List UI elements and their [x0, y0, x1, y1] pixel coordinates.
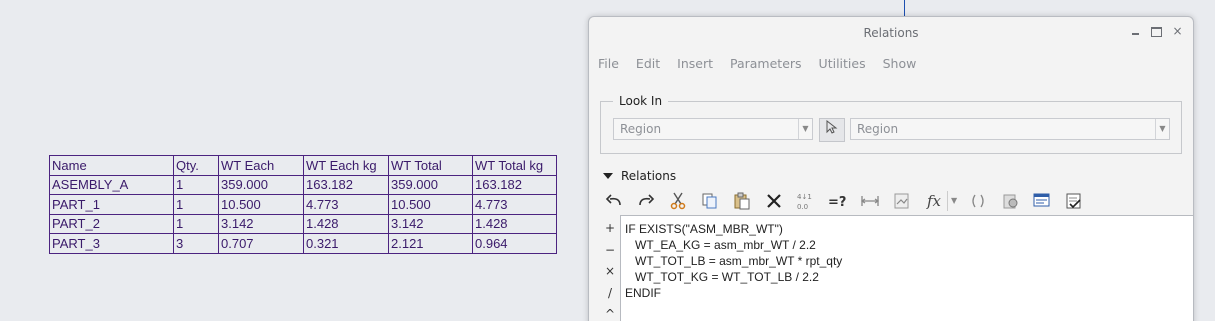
relations-section-toggle[interactable]: Relations	[603, 169, 676, 183]
col-header-wt-total: WT Total	[388, 155, 473, 176]
look-in-type-value: Region	[620, 122, 662, 136]
close-icon[interactable]: ×	[1171, 25, 1184, 38]
plus-operator-button[interactable]: +	[605, 218, 615, 240]
cut-icon[interactable]	[667, 190, 689, 212]
table-row: ASEMBLY_A 1 359.000 163.182 359.000 163.…	[49, 174, 557, 195]
col-header-wt-total-kg: WT Total kg	[472, 155, 557, 176]
menu-parameters[interactable]: Parameters	[730, 56, 802, 71]
table-row: PART_2 1 3.142 1.428 3.142 1.428	[49, 213, 557, 234]
power-operator-button[interactable]: ^	[605, 304, 615, 321]
pointer-icon	[826, 119, 838, 134]
drawing-line	[904, 0, 905, 16]
look-in-type-select[interactable]: Region ▼	[613, 118, 813, 140]
minimize-icon[interactable]	[1129, 25, 1142, 38]
code-line: WT_EA_KG = asm_mbr_WT / 2.2	[625, 238, 816, 252]
code-line: ENDIF	[625, 286, 661, 300]
dialog-titlebar[interactable]: Relations ×	[589, 17, 1193, 48]
select-item-button[interactable]	[819, 118, 845, 142]
maximize-icon[interactable]	[1150, 25, 1163, 38]
svg-text:=?: =?	[828, 195, 846, 209]
table-cell: 3.142	[218, 213, 304, 234]
col-header-name: Name	[49, 155, 174, 176]
delete-icon[interactable]	[763, 190, 785, 212]
code-line: WT_TOT_KG = WT_TOT_LB / 2.2	[625, 270, 819, 284]
col-header-wt-each-kg: WT Each kg	[303, 155, 389, 176]
table-cell: 10.500	[388, 194, 473, 215]
parameters-icon[interactable]	[999, 190, 1021, 212]
menu-insert[interactable]: Insert	[677, 56, 713, 71]
divide-operator-button[interactable]: /	[608, 283, 612, 305]
paste-icon[interactable]	[731, 190, 753, 212]
code-line: IF EXISTS("ASM_MBR_WT")	[625, 222, 783, 236]
local-parameters-icon[interactable]	[1031, 190, 1053, 212]
look-in-item-select[interactable]: Region ▼	[850, 118, 1170, 140]
look-in-item-value: Region	[857, 122, 899, 136]
table-cell: 10.500	[218, 194, 304, 215]
code-line: WT_TOT_LB = asm_mbr_WT * rpt_qty	[625, 254, 843, 268]
copy-icon[interactable]	[699, 190, 721, 212]
sort-icon[interactable]: 4↓1 0.0	[795, 190, 817, 212]
table-cell: 163.182	[472, 174, 557, 195]
chevron-down-icon[interactable]: ▼	[798, 119, 812, 139]
table-cell: PART_3	[49, 233, 174, 254]
function-icon[interactable]: fx	[923, 190, 945, 212]
table-cell: 1	[173, 213, 219, 234]
menu-bar: File Edit Insert Parameters Utilities Sh…	[589, 48, 1193, 78]
table-cell: 163.182	[303, 174, 389, 195]
look-in-group: Look In Region ▼ Region ▼	[600, 94, 1182, 154]
table-cell: 1.428	[472, 213, 557, 234]
menu-show[interactable]: Show	[883, 56, 917, 71]
show-units-icon[interactable]	[859, 190, 881, 212]
undo-icon[interactable]	[603, 190, 625, 212]
dialog-title: Relations	[863, 26, 919, 40]
menu-file[interactable]: File	[598, 56, 619, 71]
svg-text:4↓1: 4↓1	[797, 193, 812, 201]
relations-editor[interactable]: IF EXISTS("ASM_MBR_WT") WT_EA_KG = asm_m…	[620, 215, 1194, 321]
table-cell: PART_1	[49, 194, 174, 215]
table-header-row: Name Qty. WT Each WT Each kg WT Total WT…	[49, 155, 557, 176]
relations-dialog: Relations × File Edit Insert Parameters …	[588, 16, 1194, 321]
table-cell: 3.142	[388, 213, 473, 234]
menu-edit[interactable]: Edit	[636, 56, 660, 71]
col-header-qty: Qty.	[173, 155, 219, 176]
relations-section-label: Relations	[621, 169, 677, 183]
table-cell: 359.000	[388, 174, 473, 195]
table-cell: 4.773	[472, 194, 557, 215]
look-in-label: Look In	[613, 94, 669, 108]
window-controls: ×	[1129, 25, 1184, 38]
table-cell: PART_2	[49, 213, 174, 234]
minus-operator-button[interactable]: −	[605, 240, 615, 262]
table-cell: 4.773	[303, 194, 389, 215]
table-cell: ASEMBLY_A	[49, 174, 174, 195]
table-cell: 0.964	[472, 233, 557, 254]
table-cell: 0.707	[218, 233, 304, 254]
verify-icon[interactable]	[891, 190, 913, 212]
chevron-down-icon[interactable]: ▼	[1155, 119, 1169, 139]
table-cell: 2.121	[388, 233, 473, 254]
bom-table: Name Qty. WT Each WT Each kg WT Total WT…	[49, 155, 557, 254]
redo-icon[interactable]	[635, 190, 657, 212]
col-header-wt-each: WT Each	[218, 155, 304, 176]
table-cell: 1.428	[303, 213, 389, 234]
table-cell: 1	[173, 194, 219, 215]
parentheses-icon[interactable]	[967, 190, 989, 212]
table-row: PART_1 1 10.500 4.773 10.500 4.773	[49, 194, 557, 215]
operator-buttons: + − × / ^	[603, 218, 617, 321]
function-menu[interactable]: fx ▼	[923, 190, 957, 212]
table-cell: 3	[173, 233, 219, 254]
table-cell: 359.000	[218, 174, 304, 195]
execute-verify-icon[interactable]	[1063, 190, 1085, 212]
svg-text:0.0: 0.0	[797, 203, 808, 211]
table-row: PART_3 3 0.707 0.321 2.121 0.964	[49, 233, 557, 254]
table-cell: 0.321	[303, 233, 389, 254]
multiply-operator-button[interactable]: ×	[605, 261, 615, 283]
collapse-triangle-icon	[603, 173, 613, 179]
evaluate-icon[interactable]: =?	[827, 190, 849, 212]
menu-utilities[interactable]: Utilities	[819, 56, 866, 71]
table-cell: 1	[173, 174, 219, 195]
chevron-down-icon[interactable]: ▼	[947, 191, 957, 211]
relations-toolbar: 4↓1 0.0 =? fx ▼	[603, 189, 1095, 213]
